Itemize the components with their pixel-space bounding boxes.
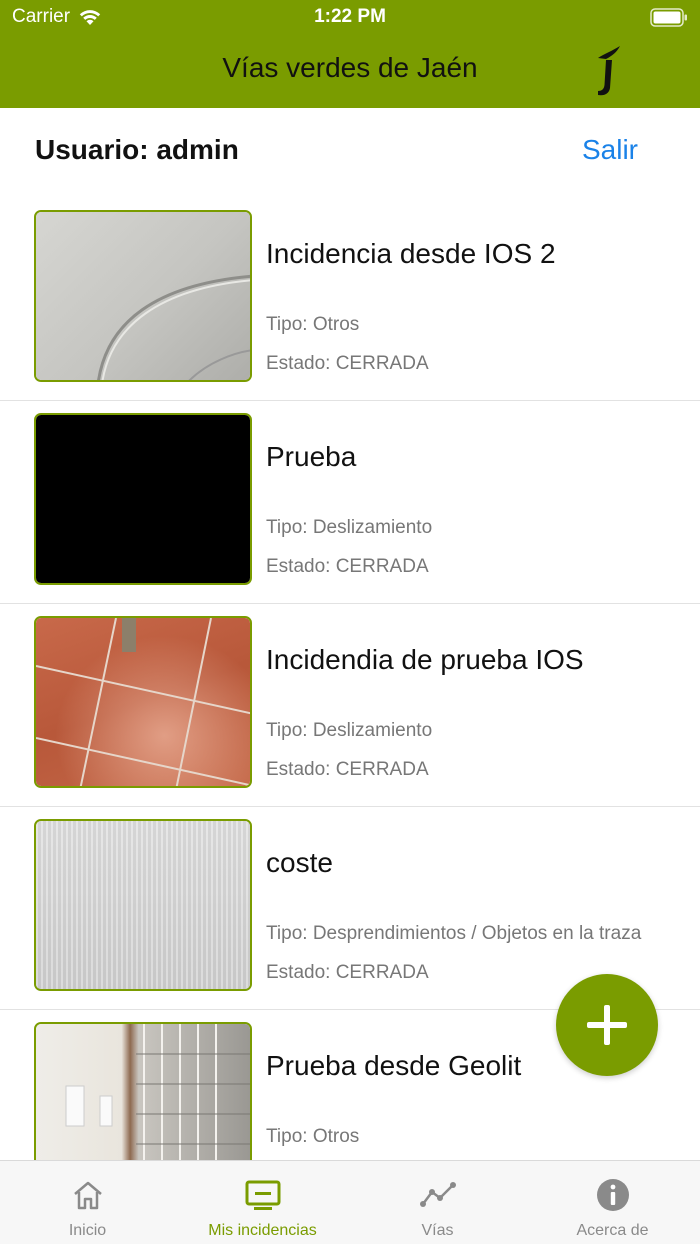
incident-type: Tipo: Deslizamiento <box>266 720 433 741</box>
incident-thumbnail <box>34 413 252 585</box>
tab-label: Vías <box>421 1222 454 1239</box>
incident-type: Tipo: Otros <box>266 314 360 335</box>
incident-thumbnail <box>34 210 252 382</box>
monitor-icon <box>245 1180 280 1210</box>
status-bar: Carrier 1:22 PM <box>0 0 700 36</box>
tab-vias[interactable]: Vías <box>350 1161 525 1244</box>
incident-title: coste <box>266 847 333 878</box>
incident-row[interactable]: Incidendia de prueba IOS Tipo: Deslizami… <box>0 604 700 807</box>
current-user-label: Usuario: admin <box>35 134 239 165</box>
logout-button[interactable]: Salir <box>582 134 638 166</box>
incident-thumbnail <box>34 616 252 788</box>
tab-mis-incidencias[interactable]: Mis incidencias <box>175 1161 350 1244</box>
incident-type: Tipo: Deslizamiento <box>266 517 433 538</box>
incident-state: Estado: CERRADA <box>266 353 429 374</box>
incident-thumbnail <box>34 1022 252 1160</box>
app-header: Carrier 1:22 PM Vías verdes de Jaén <box>0 0 700 108</box>
tab-label: Inicio <box>68 1222 107 1239</box>
tab-acerca-de[interactable]: Acerca de <box>525 1161 700 1244</box>
plus-icon <box>587 1005 627 1045</box>
add-incident-button[interactable] <box>556 974 658 1076</box>
tab-label: Mis incidencias <box>208 1222 317 1239</box>
incident-type: Tipo: Otros <box>266 1126 360 1147</box>
tab-inicio[interactable]: Inicio <box>0 1161 175 1244</box>
route-icon <box>419 1182 456 1207</box>
incident-thumbnail <box>34 819 252 991</box>
tab-bar: Inicio Mis incidencias Vías Acerca de <box>0 1160 700 1244</box>
status-time: 1:22 PM <box>314 6 386 27</box>
incident-row[interactable]: Prueba Tipo: Deslizamiento Estado: CERRA… <box>0 401 700 604</box>
incident-title: Prueba <box>266 441 357 472</box>
home-icon <box>73 1181 102 1210</box>
incident-state: Estado: CERRADA <box>266 556 429 577</box>
incident-title: Incidendia de prueba IOS <box>266 644 584 675</box>
incident-row[interactable]: Incidencia desde IOS 2 Tipo: Otros Estad… <box>0 198 700 401</box>
tab-label: Acerca de <box>576 1222 649 1239</box>
info-icon <box>596 1179 629 1211</box>
battery-icon <box>650 8 687 27</box>
incident-state: Estado: CERRADA <box>266 759 429 780</box>
jaen-logo-icon <box>598 46 620 96</box>
incident-title: Incidencia desde IOS 2 <box>266 238 556 269</box>
incident-state: Estado: CERRADA <box>266 962 429 983</box>
incident-type: Tipo: Desprendimientos / Objetos en la t… <box>266 923 642 944</box>
user-bar: Usuario: admin Salir <box>0 108 700 198</box>
incident-title: Prueba desde Geolit <box>266 1050 522 1081</box>
